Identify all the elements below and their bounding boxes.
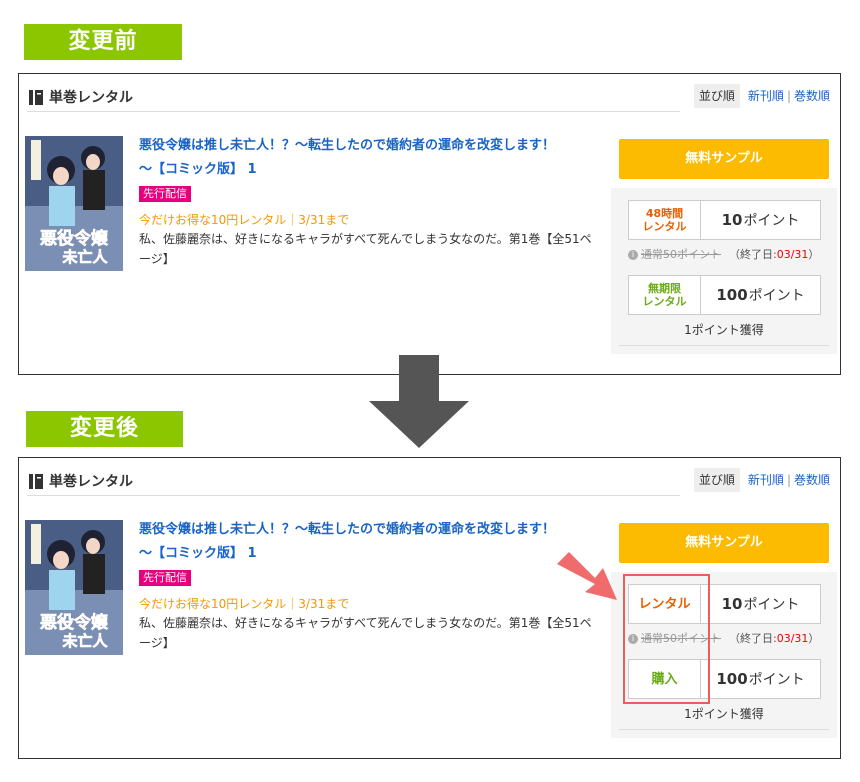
panel-before: 単巻レンタル 並び順 新刊順 | 巻数順 悪役令嬢 未亡人 悪役令嬢は推し未亡人… (18, 73, 841, 375)
plan-price: 10 ポイント (721, 595, 800, 613)
plan-type-label: 無期限 レンタル (629, 276, 701, 314)
book-icon (29, 474, 43, 489)
sort-volume-link[interactable]: 巻数順 (794, 84, 830, 108)
desc-line2: ージ】 (139, 252, 175, 266)
book-description: 私、佐藤麗奈は、好きになるキャラがすべて死んでしまう女なのだ。第1巻【全51ペ … (139, 229, 599, 269)
plan-price: 100 ポイント (716, 670, 805, 688)
sort-separator: | (786, 473, 791, 487)
sort-bar: 並び順 新刊順 | 巻数順 (693, 468, 830, 492)
book-title-line1[interactable]: 悪役令嬢は推し未亡人！？～転生したので婚約者の運命を改変します！ (139, 138, 555, 153)
panel-header: 単巻レンタル 並び順 新刊順 | 巻数順 (27, 84, 830, 112)
panel-header: 単巻レンタル 並び順 新刊順 | 巻数順 (27, 468, 830, 496)
after-label: 変更後 (26, 411, 183, 447)
svg-text:悪役令嬢: 悪役令嬢 (40, 228, 109, 249)
rental-unlimited-option[interactable]: 無期限 レンタル 100 ポイント (628, 275, 821, 315)
points-earned: 1ポイント獲得 (684, 707, 764, 721)
early-release-badge: 先行配信 (139, 186, 191, 202)
before-label: 変更前 (24, 24, 182, 60)
book-title-line1[interactable]: 悪役令嬢は推し未亡人！？～転生したので婚約者の運命を改変します！ (139, 522, 555, 537)
book-info: 悪役令嬢は推し未亡人！？～転生したので婚約者の運命を改変します！ ～【コミック版… (139, 134, 599, 269)
panel-after: 単巻レンタル 並び順 新刊順 | 巻数順 悪役令嬢 未亡人 悪役令嬢は推し未亡人… (18, 457, 841, 759)
rental-48h-option[interactable]: 48時間 レンタル 10 ポイント (628, 200, 821, 240)
purchase-side: 無料サンプル レンタル 10 ポイント i 通常50ポイント （終了日:03/31） … (611, 523, 837, 738)
desc-line2: ージ】 (139, 636, 175, 650)
desc-line1: 私、佐藤麗奈は、好きになるキャラがすべて死んでしまう女なのだ。第1巻【全51ペ (139, 232, 592, 246)
pointer-arrow-icon (557, 552, 617, 600)
sort-default-button[interactable]: 並び順 (693, 84, 740, 108)
book-title[interactable]: 悪役令嬢は推し未亡人！？～転生したので婚約者の運命を改変します！ ～【コミック版… (139, 518, 599, 566)
book-icon (29, 90, 43, 105)
panel-title: 単巻レンタル (49, 474, 133, 490)
sort-bar: 並び順 新刊順 | 巻数順 (693, 84, 830, 108)
sort-new-link[interactable]: 新刊順 (748, 468, 784, 492)
highlight-box (623, 574, 710, 704)
plan-type-label: 48時間 レンタル (629, 201, 701, 239)
book-cover[interactable]: 悪役令嬢 未亡人 (25, 520, 123, 655)
purchase-side: 無料サンプル 48時間 レンタル 10 ポイント i 通常50ポイント （終了日:03/… (611, 139, 837, 354)
free-sample-button[interactable]: 無料サンプル (619, 139, 829, 179)
book-title-line2[interactable]: ～【コミック版】 1 (139, 546, 257, 561)
book-title-line2[interactable]: ～【コミック版】 1 (139, 162, 257, 177)
early-release-badge: 先行配信 (139, 570, 191, 586)
book-info: 悪役令嬢は推し未亡人！？～転生したので婚約者の運命を改変します！ ～【コミック版… (139, 518, 599, 653)
svg-text:未亡人: 未亡人 (61, 632, 108, 650)
svg-text:悪役令嬢: 悪役令嬢 (40, 612, 109, 633)
free-sample-button[interactable]: 無料サンプル (619, 523, 829, 563)
plan-price: 100 ポイント (716, 286, 805, 304)
plan-list: 48時間 レンタル 10 ポイント i 通常50ポイント （終了日:03/31） 無期限… (611, 188, 837, 354)
panel-title: 単巻レンタル (49, 90, 133, 106)
sort-new-link[interactable]: 新刊順 (748, 84, 784, 108)
book-cover[interactable]: 悪役令嬢 未亡人 (25, 136, 123, 271)
book-title[interactable]: 悪役令嬢は推し未亡人！？～転生したので婚約者の運命を改変します！ ～【コミック版… (139, 134, 599, 182)
sort-separator: | (786, 89, 791, 103)
points-earned: 1ポイント獲得 (684, 323, 764, 337)
desc-line1: 私、佐藤麗奈は、好きになるキャラがすべて死んでしまう女なのだ。第1巻【全51ペ (139, 616, 592, 630)
book-description: 私、佐藤麗奈は、好きになるキャラがすべて死んでしまう女なのだ。第1巻【全51ペ … (139, 613, 599, 653)
promo-text: 今だけお得な10円レンタル｜3/31まで (139, 597, 350, 611)
plan-price: 10 ポイント (721, 211, 800, 229)
price-note: i 通常50ポイント （終了日:03/31） (628, 246, 819, 262)
sort-volume-link[interactable]: 巻数順 (794, 468, 830, 492)
sort-default-button[interactable]: 並び順 (693, 468, 740, 492)
info-icon: i (628, 250, 638, 260)
svg-text:未亡人: 未亡人 (61, 248, 108, 266)
promo-text: 今だけお得な10円レンタル｜3/31まで (139, 213, 350, 227)
down-arrow-icon (369, 355, 469, 448)
